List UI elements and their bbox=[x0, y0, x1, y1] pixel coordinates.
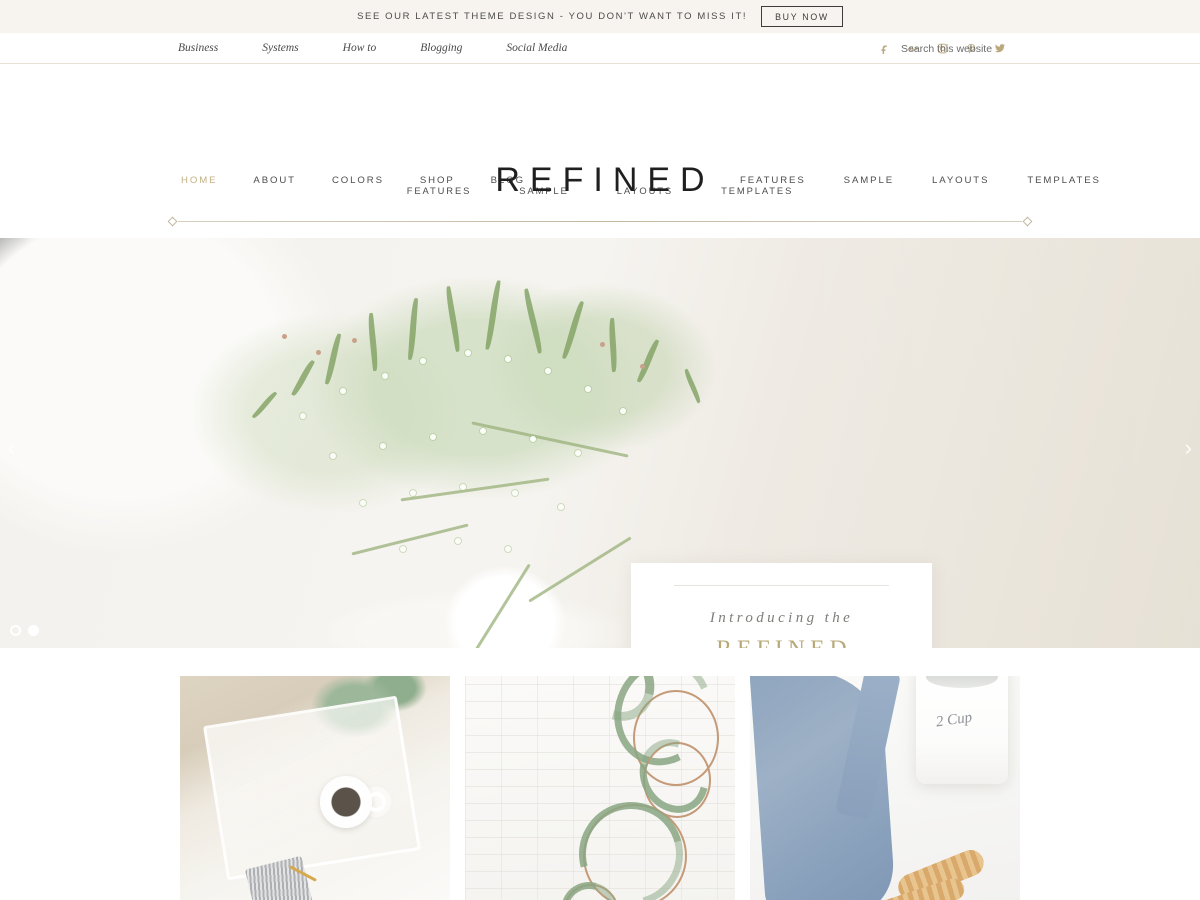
secondary-nav-links: Business Systems How to Blogging Social … bbox=[178, 42, 611, 54]
secondary-nav: Business Systems How to Blogging Social … bbox=[0, 33, 1200, 64]
hero-card: Introducing the REFINED THEME SHOP OUR P… bbox=[631, 563, 932, 648]
featured-photo-row: 2 Cup bbox=[0, 648, 1200, 900]
facebook-icon[interactable] bbox=[878, 43, 890, 55]
nav-item-features[interactable]: FEATURES bbox=[740, 175, 806, 186]
subnav-item-blogging[interactable]: Blogging bbox=[420, 42, 462, 54]
nav-item-sample[interactable]: SAMPLE bbox=[844, 175, 894, 186]
search-input[interactable] bbox=[901, 42, 1021, 55]
slider-dots bbox=[10, 625, 39, 636]
search-container bbox=[901, 33, 1200, 64]
buy-now-button[interactable]: BUY NOW bbox=[761, 5, 843, 28]
next-slide-arrow-icon[interactable]: › bbox=[1185, 437, 1192, 459]
nav-item-templates[interactable]: TEMPLATES bbox=[1027, 175, 1100, 186]
subnav-item-how-to[interactable]: How to bbox=[343, 42, 377, 54]
hero-vignette bbox=[0, 238, 1200, 648]
slider-dot-2[interactable] bbox=[28, 625, 39, 636]
photo-apron-pitcher[interactable]: 2 Cup bbox=[750, 676, 1020, 900]
main-header: HOME ABOUT COLORS SHOP BLOG REFINED FEAT… bbox=[0, 64, 1200, 199]
card-rule-top bbox=[674, 585, 889, 586]
diamond-right-icon bbox=[1022, 216, 1033, 227]
ornamental-divider bbox=[0, 208, 1200, 238]
photo-eucalyptus-wreaths[interactable] bbox=[465, 676, 735, 900]
photo-coffee-tray-image bbox=[180, 676, 450, 900]
slider-dot-1[interactable] bbox=[10, 625, 21, 636]
hero-slider: Introducing the REFINED THEME SHOP OUR P… bbox=[0, 238, 1200, 648]
subnav-item-business[interactable]: Business bbox=[178, 42, 218, 54]
promo-bar: SEE OUR LATEST THEME DESIGN - YOU DON'T … bbox=[0, 0, 1200, 33]
promo-text: SEE OUR LATEST THEME DESIGN - YOU DON'T … bbox=[357, 11, 748, 22]
white-pitcher bbox=[916, 676, 1008, 784]
photo-coffee-tray[interactable] bbox=[180, 676, 450, 900]
nav-item-layouts[interactable]: LAYOUTS bbox=[932, 175, 989, 186]
hero-title-line1: REFINED bbox=[716, 636, 852, 648]
primary-nav-right: FEATURES SAMPLE LAYOUTS TEMPLATES bbox=[740, 175, 1139, 186]
prev-slide-arrow-icon[interactable]: ‹ bbox=[8, 437, 15, 459]
hero-eyebrow: Introducing the bbox=[709, 610, 854, 627]
subnav-item-systems[interactable]: Systems bbox=[262, 42, 298, 54]
subnav-item-social-media[interactable]: Social Media bbox=[506, 42, 567, 54]
diamond-left-icon bbox=[167, 216, 178, 227]
hero-title: REFINED THEME bbox=[711, 634, 852, 648]
cup-handle bbox=[366, 792, 386, 812]
divider-line bbox=[178, 221, 1022, 222]
